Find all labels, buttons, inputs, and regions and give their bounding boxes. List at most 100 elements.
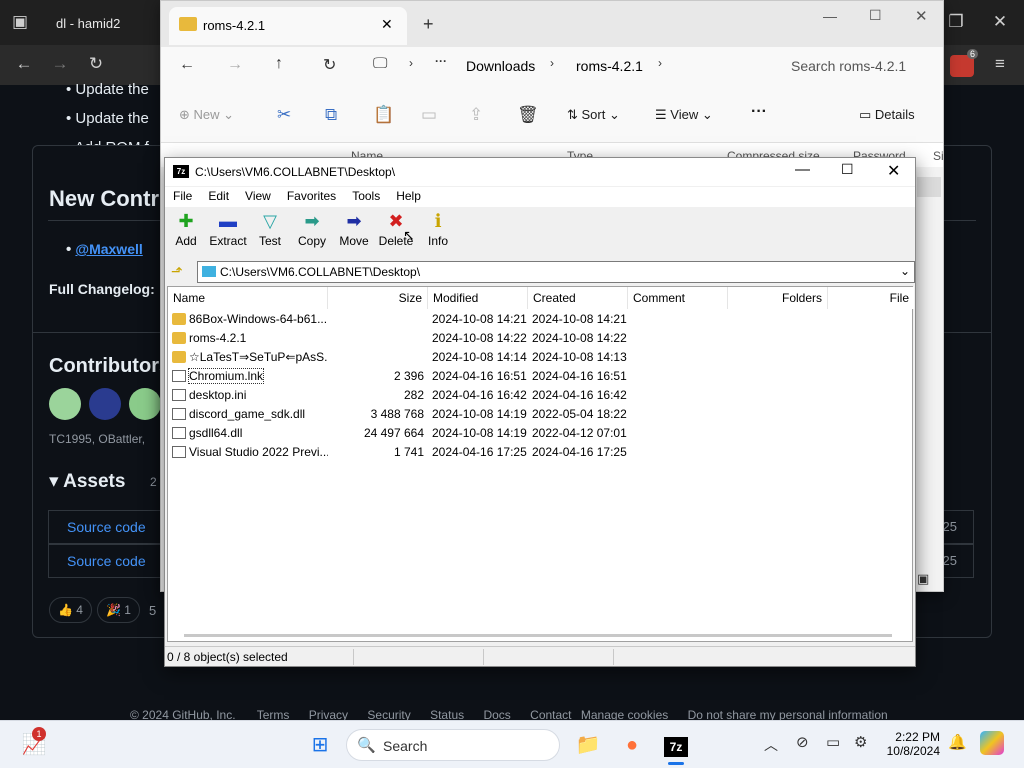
reaction-tada[interactable]: 🎉 1 <box>97 597 140 623</box>
column-header-name[interactable]: Name <box>168 287 328 309</box>
show-hidden-icons[interactable]: ︿ <box>764 735 778 755</box>
new-button[interactable]: ⊕ New ⌄ <box>179 107 234 123</box>
avatar[interactable] <box>49 388 81 420</box>
view-button[interactable]: ☰ View ⌄ <box>655 107 713 123</box>
menu-edit[interactable]: Edit <box>200 187 237 205</box>
refresh-icon[interactable]: ↻ <box>82 50 110 78</box>
more-options-icon[interactable]: ··· <box>751 103 767 121</box>
maximize-icon[interactable]: ☐ <box>869 7 882 24</box>
assets-heading[interactable]: ▾ Assets <box>49 470 125 493</box>
clock-date: 10/8/2024 <box>886 744 940 758</box>
file-row[interactable]: roms-4.2.1 2024-10-08 14:22 2024-10-08 14:… <box>168 329 628 348</box>
move-button[interactable]: ➡ Move <box>333 208 375 258</box>
start-icon[interactable]: ⊞ <box>300 725 340 765</box>
new-tab-icon[interactable]: + <box>423 14 434 35</box>
clock[interactable]: 2:22 PM 10/8/2024 <box>884 730 940 758</box>
notification-bell-icon[interactable]: 🔔 <box>948 733 967 751</box>
menu-file[interactable]: File <box>165 187 200 205</box>
close-tab-icon[interactable]: ✕ <box>381 16 393 33</box>
tab-actions-icon[interactable]: ▣ <box>6 8 34 36</box>
browser-tab[interactable]: dl - hamid2 <box>42 6 160 40</box>
refresh-icon[interactable]: ↻ <box>323 55 336 75</box>
column-header-modified[interactable]: Modified <box>428 287 528 309</box>
file-row[interactable]: gsdll64.dll 24 497 664 2024-10-08 14:19 202… <box>168 424 628 443</box>
rename-icon[interactable]: ▭ <box>421 105 437 125</box>
file-row[interactable]: discord_game_sdk.dll 3 488 768 2024-10-08 … <box>168 405 628 424</box>
menu-view[interactable]: View <box>237 187 279 205</box>
test-button[interactable]: ▽ Test <box>249 208 291 258</box>
restore-icon[interactable]: ❐ <box>942 8 970 36</box>
explorer-address-bar: ← → ↑ ↻ 🖵 › ··· Downloads › roms-4.2.1 ›… <box>161 47 943 87</box>
forward-icon[interactable]: → <box>46 50 74 78</box>
7zip-status-bar: 0 / 8 object(s) selected <box>165 646 915 666</box>
reaction-thumbs-up[interactable]: 👍 4 <box>49 597 92 623</box>
file-row[interactable]: Visual Studio 2022 Previ... 1 741 2024-04-… <box>168 443 628 462</box>
menu-help[interactable]: Help <box>388 187 429 205</box>
7zip-taskbar-icon[interactable]: 7z <box>656 725 696 765</box>
file-row[interactable]: Chromium.lnk 2 396 2024-04-16 16:51 2024-04… <box>168 367 628 386</box>
menu-favorites[interactable]: Favorites <box>279 187 344 205</box>
horizontal-scrollbar[interactable] <box>184 634 892 637</box>
info-button[interactable]: ℹ Info <box>417 208 459 258</box>
windows-taskbar: 📈 1 ⊞ 🔍 Search 📁 ● 7z ︿ ⊘ ▭ ⚙ 2:22 PM 10… <box>0 720 1024 768</box>
close-icon[interactable]: ✕ <box>986 8 1014 36</box>
avatar[interactable] <box>89 388 121 420</box>
up-icon[interactable]: ↑ <box>275 55 283 73</box>
details-pane-icon[interactable]: ▣ <box>917 571 929 587</box>
status-divider <box>353 649 354 665</box>
file-name-text: Visual Studio 2022 Previ... <box>189 445 328 459</box>
column-header-folders[interactable]: Folders <box>728 287 828 309</box>
copy-icon[interactable]: ⧉ <box>325 105 337 125</box>
firefox-taskbar-icon[interactable]: ● <box>612 725 652 765</box>
explorer-tab[interactable]: roms-4.2.1 ✕ <box>169 7 407 45</box>
taskbar-search[interactable]: 🔍 Search <box>346 729 560 761</box>
share-icon[interactable]: ⇪ <box>469 105 483 125</box>
parent-folder-icon[interactable]: ⬏ <box>171 263 183 280</box>
7zip-path-input[interactable]: C:\Users\VM6.COLLABNET\Desktop\ ⌄ <box>197 261 915 283</box>
volume-icon[interactable]: ⚙ <box>854 733 867 751</box>
column-header-created[interactable]: Created <box>528 287 628 309</box>
avatar[interactable] <box>129 388 161 420</box>
minimize-icon[interactable]: — <box>823 8 837 24</box>
breadcrumb-item[interactable]: roms-4.2.1 <box>576 58 643 74</box>
file-row[interactable]: desktop.ini 282 2024-04-16 16:42 2024-04-16… <box>168 386 628 405</box>
back-icon[interactable]: ← <box>179 56 195 74</box>
file-explorer-taskbar-icon[interactable]: 📁 <box>568 725 608 765</box>
maximize-icon[interactable]: ☐ <box>841 161 854 178</box>
back-icon[interactable]: ← <box>10 50 38 78</box>
file-row[interactable]: 86Box-Windows-64-b61... 2024-10-08 14:21 2… <box>168 310 628 329</box>
cut-icon[interactable]: ✂ <box>277 105 291 125</box>
column-header-files[interactable]: File <box>828 287 914 309</box>
details-button[interactable]: ▭ Details <box>859 107 915 123</box>
asset-link[interactable]: Source code <box>67 519 146 535</box>
more-locations-icon[interactable]: ··· <box>435 54 447 68</box>
minimize-icon[interactable]: — <box>795 161 810 178</box>
copy-button[interactable]: ➡ Copy <box>291 208 333 258</box>
column-header-size[interactable]: Size <box>328 287 428 309</box>
close-icon[interactable]: ✕ <box>915 7 928 25</box>
search-input[interactable]: Search roms-4.2.1 <box>779 54 939 80</box>
network-icon[interactable]: ⊘ <box>796 733 809 751</box>
chevron-down-icon[interactable]: ⌄ <box>900 264 910 278</box>
menu-tools[interactable]: Tools <box>344 187 388 205</box>
copilot-icon[interactable] <box>980 731 1004 755</box>
file-row[interactable]: ☆LaTesT⇒SeTuP⇐pAsS... 2024-10-08 14:14 202… <box>168 348 628 367</box>
delete-icon[interactable]: 🗑 <box>517 105 539 125</box>
widgets-icon[interactable]: 📈 1 <box>14 725 54 765</box>
forward-icon[interactable]: → <box>227 56 243 74</box>
column-header[interactable]: Si <box>933 149 944 163</box>
breadcrumb-item[interactable]: Downloads <box>466 58 535 74</box>
contributor-link[interactable]: @Maxwell <box>75 241 142 257</box>
extension-icon[interactable]: 6 <box>950 49 978 77</box>
close-icon[interactable]: ✕ <box>887 161 900 181</box>
display-icon[interactable]: ▭ <box>826 733 840 751</box>
extract-button[interactable]: ▬ Extract <box>207 208 249 258</box>
menu-icon[interactable]: ≡ <box>986 50 1014 78</box>
asset-link[interactable]: Source code <box>67 553 146 569</box>
computer-icon[interactable]: 🖵 <box>373 55 387 72</box>
sort-button[interactable]: ⇅ Sort ⌄ <box>567 107 620 123</box>
column-header-comment[interactable]: Comment <box>628 287 728 309</box>
add-button[interactable]: ✚ Add <box>165 208 207 258</box>
paste-icon[interactable]: 📋 <box>373 105 394 125</box>
file-name: Visual Studio 2022 Previ... <box>168 443 328 462</box>
